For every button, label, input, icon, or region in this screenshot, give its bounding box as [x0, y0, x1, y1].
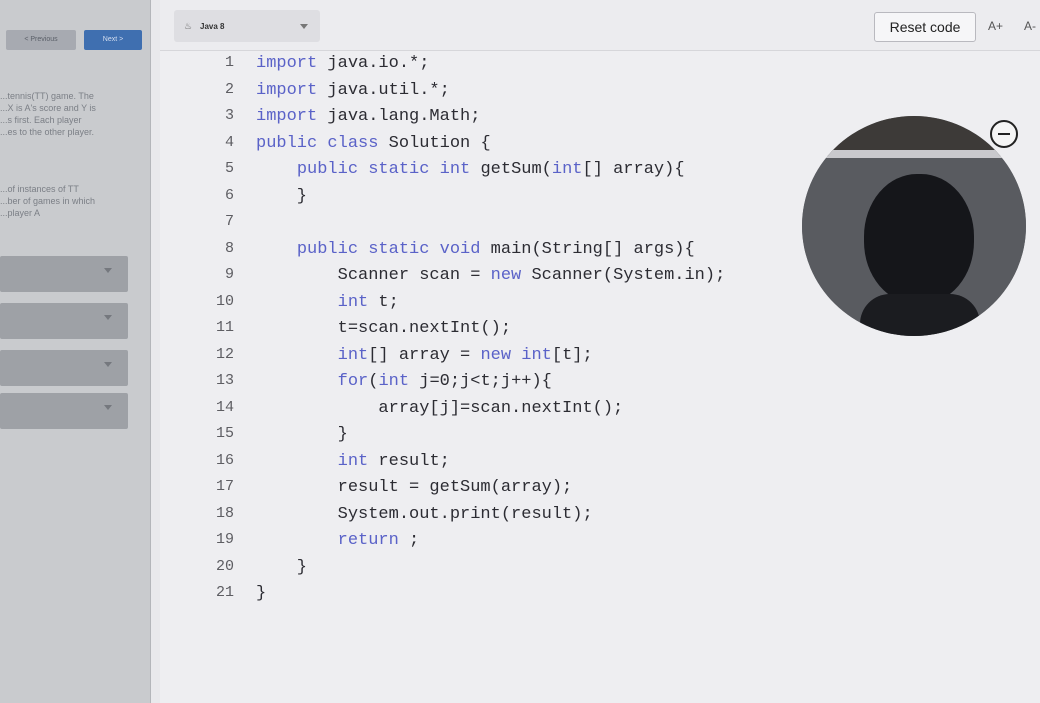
problem-text-line: ...X is A's score and Y is	[0, 103, 96, 113]
line-number: 21	[215, 584, 234, 601]
code-line[interactable]: 1 import java.io.*;	[160, 54, 880, 80]
collapsible-section[interactable]	[0, 350, 128, 386]
code-text: import java.io.*;	[256, 54, 430, 73]
code-text: Scanner scan = new Scanner(System.in);	[256, 266, 726, 285]
line-number: 14	[215, 398, 234, 416]
collapsible-section[interactable]	[0, 256, 128, 292]
line-number: 18	[215, 504, 234, 522]
code-text: System.out.print(result);	[256, 504, 593, 524]
problem-text-line: ...of instances of TT	[0, 184, 79, 194]
webcam-light-bar	[802, 150, 1026, 158]
language-label: Java 8	[200, 22, 225, 31]
code-line[interactable]: 11 t=scan.nextInt();	[160, 319, 880, 345]
code-line[interactable]: 12 int[] array = new int[t];	[160, 346, 880, 372]
line-number: 10	[215, 292, 234, 310]
code-text: public static void main(String[] args){	[296, 239, 695, 259]
java-icon: ♨	[184, 21, 193, 31]
webcam-preview	[802, 116, 1026, 336]
line-number: 17	[215, 478, 234, 495]
code-text: public static int getSum(int[] array){	[296, 160, 685, 179]
code-line[interactable]: 7	[160, 213, 880, 239]
code-text: t=scan.nextInt();	[256, 319, 512, 338]
line-number: 9	[224, 266, 234, 283]
font-increase-button[interactable]: A+	[988, 19, 1003, 33]
code-text: int[] array = new int[t];	[337, 345, 593, 365]
code-line[interactable]: 13 for(int j=0;j<t;j++){	[160, 372, 880, 398]
code-line[interactable]: 19 return ;	[160, 531, 880, 557]
previous-button[interactable]: < Previous	[6, 30, 76, 50]
line-number: 1	[224, 54, 234, 71]
problem-text-line: ...ber of games in which	[0, 196, 96, 206]
line-number: 13	[215, 372, 234, 389]
line-number: 6	[224, 186, 234, 204]
code-line[interactable]: 6 }	[160, 187, 880, 213]
chevron-down-icon	[104, 268, 112, 273]
code-text: }	[256, 425, 348, 444]
code-line[interactable]: 5 public static int getSum(int[] array){	[160, 160, 880, 186]
code-text: import java.lang.Math;	[256, 107, 481, 126]
reset-code-button[interactable]: Reset code	[874, 12, 976, 42]
line-number: 2	[224, 80, 234, 98]
line-number: 8	[224, 239, 234, 257]
code-line[interactable]: 9 Scanner scan = new Scanner(System.in);	[160, 266, 880, 292]
collapsible-section[interactable]	[0, 393, 128, 429]
code-line[interactable]: 8 public static void main(String[] args)…	[160, 240, 880, 266]
code-text: int t;	[337, 292, 399, 312]
problem-text-line: ...s first. Each player	[0, 115, 82, 125]
code-line[interactable]: 3 import java.lang.Math;	[160, 107, 880, 133]
webcam-person-body	[860, 294, 980, 336]
line-number: 7	[224, 213, 234, 230]
collapsible-section[interactable]	[0, 303, 128, 339]
problem-text-line: ...tennis(TT) game. The	[0, 91, 94, 101]
chevron-down-icon	[300, 24, 308, 29]
webcam-person-head	[864, 174, 974, 304]
code-editor[interactable]: 1 import java.io.*; 2 import java.util.*; 3 i…	[160, 54, 880, 614]
code-line[interactable]: 18 System.out.print(result);	[160, 505, 880, 531]
code-text: result = getSum(array);	[256, 478, 573, 497]
code-line[interactable]: 16 int result;	[160, 452, 880, 478]
code-line[interactable]: 14 array[j]=scan.nextInt();	[160, 399, 880, 425]
minimize-icon[interactable]	[990, 120, 1018, 148]
font-decrease-button[interactable]: A-	[1024, 19, 1036, 33]
problem-nav: < Previous Next >	[6, 30, 142, 50]
next-button[interactable]: Next >	[84, 30, 142, 50]
code-line[interactable]: 17 result = getSum(array);	[160, 478, 880, 504]
code-editor-panel: ♨ Java 8 Reset code A+ A- 1 import java.i…	[160, 0, 1040, 703]
problem-text-line: ...es to the other player.	[0, 127, 95, 137]
line-number: 20	[215, 557, 234, 575]
code-line[interactable]: 10 int t;	[160, 293, 880, 319]
line-number: 3	[224, 107, 234, 124]
editor-toolbar: ♨ Java 8 Reset code A+ A-	[160, 0, 1040, 51]
code-text: for(int j=0;j<t;j++){	[337, 372, 552, 391]
code-line[interactable]: 4 public class Solution {	[160, 134, 880, 160]
problem-text-line: ...player A	[0, 208, 41, 218]
problem-panel: < Previous Next > ...tennis(TT) game. Th…	[0, 0, 151, 703]
chevron-down-icon	[104, 362, 112, 367]
code-text: return ;	[337, 531, 420, 550]
code-text: import java.util.*;	[256, 80, 450, 100]
line-number: 15	[215, 425, 234, 442]
code-text: public class Solution {	[256, 133, 491, 153]
chevron-down-icon	[104, 405, 112, 410]
code-line[interactable]: 2 import java.util.*;	[160, 81, 880, 107]
chevron-down-icon	[104, 315, 112, 320]
code-line[interactable]: 15 }	[160, 425, 880, 451]
line-number: 12	[215, 345, 234, 363]
code-line[interactable]: 21}	[160, 584, 880, 610]
line-number: 5	[224, 160, 234, 177]
line-number: 19	[215, 531, 234, 548]
problem-output-description: ...of instances of TT ...ber of games in…	[0, 183, 140, 219]
code-text: }	[256, 186, 308, 206]
line-number: 11	[215, 319, 234, 336]
code-text: int result;	[337, 451, 450, 471]
language-select[interactable]: ♨ Java 8	[174, 10, 320, 42]
problem-description: ...tennis(TT) game. The ...X is A's scor…	[0, 90, 140, 138]
line-number: 4	[224, 133, 234, 151]
code-text: }	[256, 557, 308, 577]
minus-glyph	[998, 133, 1010, 135]
code-text: }	[256, 584, 267, 603]
line-number: 16	[215, 451, 234, 469]
code-line[interactable]: 20 }	[160, 558, 880, 584]
code-text: array[j]=scan.nextInt();	[256, 398, 624, 418]
